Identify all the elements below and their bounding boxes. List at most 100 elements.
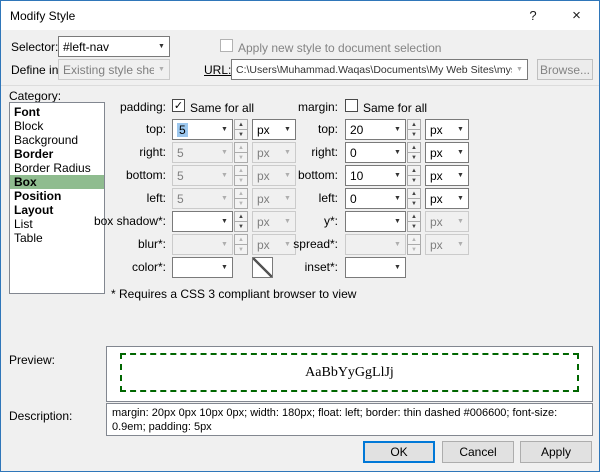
spinner-up-icon[interactable]: ▲ (408, 120, 420, 130)
titlebar[interactable]: Modify Style ? × (1, 1, 599, 30)
margin-right-unit-combobox[interactable]: px ▼ (425, 142, 469, 163)
chevron-down-icon[interactable]: ▼ (390, 258, 405, 277)
ok-button[interactable]: OK (363, 441, 435, 463)
chevron-down-icon[interactable]: ▼ (453, 120, 468, 139)
chevron-down-icon[interactable]: ▼ (217, 212, 232, 231)
chevron-down-icon[interactable]: ▼ (512, 60, 527, 79)
spinner-down-icon[interactable]: ▼ (408, 153, 420, 162)
margin-right-input[interactable]: 0 ▼ (345, 142, 406, 163)
spinner-up-icon[interactable]: ▲ (235, 235, 247, 245)
spinner-down-icon[interactable]: ▼ (408, 245, 420, 254)
box-shadow-spread-input[interactable]: ▼ (345, 234, 406, 255)
spinner-down-icon[interactable]: ▼ (235, 222, 247, 231)
chevron-down-icon[interactable]: ▼ (390, 235, 405, 254)
spinner-down-icon[interactable]: ▼ (235, 176, 247, 185)
margin-left-unit-combobox[interactable]: px ▼ (425, 188, 469, 209)
browse-button[interactable]: Browse... (537, 59, 593, 80)
spinner-down-icon[interactable]: ▼ (408, 222, 420, 231)
apply-button[interactable]: Apply (520, 441, 592, 463)
define-in-combobox[interactable]: Existing style sheet ▼ (58, 59, 170, 80)
spinner-up-icon[interactable]: ▲ (408, 166, 420, 176)
chevron-down-icon[interactable]: ▼ (390, 212, 405, 231)
spinner-up-icon[interactable]: ▲ (235, 143, 247, 153)
chevron-down-icon[interactable]: ▼ (217, 166, 232, 185)
chevron-down-icon[interactable]: ▼ (453, 166, 468, 185)
padding-same-for-all-label: Same for all (190, 101, 255, 115)
chevron-down-icon[interactable]: ▼ (390, 143, 405, 162)
margin-left-label: left: (318, 191, 338, 205)
check-icon: ✓ (173, 100, 184, 112)
help-button[interactable]: ? (512, 1, 554, 30)
spinner-up-icon[interactable]: ▲ (408, 212, 420, 222)
chevron-down-icon[interactable]: ▼ (217, 189, 232, 208)
box-shadow-y-unit-combobox[interactable]: px ▼ (425, 211, 469, 232)
padding-top-input[interactable]: 5 ▼ (172, 119, 233, 140)
margin-top-unit-combobox[interactable]: px ▼ (425, 119, 469, 140)
box-shadow-spread-spinner[interactable]: ▲ ▼ (407, 234, 421, 255)
chevron-down-icon[interactable]: ▼ (390, 189, 405, 208)
window-title: Modify Style (10, 8, 76, 23)
chevron-down-icon[interactable]: ▼ (390, 166, 405, 185)
box-shadow-x-input[interactable]: ▼ (172, 211, 233, 232)
selector-combobox[interactable]: #left-nav ▼ (58, 36, 170, 57)
chevron-down-icon[interactable]: ▼ (217, 120, 232, 139)
spinner-up-icon[interactable]: ▲ (408, 235, 420, 245)
margin-left-spinner[interactable]: ▲ ▼ (407, 188, 421, 209)
padding-bottom-spinner[interactable]: ▲ ▼ (234, 165, 248, 186)
box-shadow-x-spinner[interactable]: ▲ ▼ (234, 211, 248, 232)
spinner-up-icon[interactable]: ▲ (235, 189, 247, 199)
spinner-up-icon[interactable]: ▲ (235, 120, 247, 130)
chevron-down-icon[interactable]: ▼ (453, 189, 468, 208)
padding-left-input[interactable]: 5 ▼ (172, 188, 233, 209)
box-shadow-inset-input[interactable]: ▼ (345, 257, 406, 278)
padding-top-spinner[interactable]: ▲ ▼ (234, 119, 248, 140)
padding-right-input[interactable]: 5 ▼ (172, 142, 233, 163)
spinner-down-icon[interactable]: ▼ (235, 130, 247, 139)
box-shadow-color-input[interactable]: ▼ (172, 257, 233, 278)
define-in-value: Existing style sheet (63, 62, 154, 77)
margin-right-spinner[interactable]: ▲ ▼ (407, 142, 421, 163)
box-shadow-blur-spinner[interactable]: ▲ ▼ (234, 234, 248, 255)
color-picker-button[interactable] (252, 257, 273, 278)
chevron-down-icon[interactable]: ▼ (390, 120, 405, 139)
spinner-down-icon[interactable]: ▼ (408, 130, 420, 139)
chevron-down-icon[interactable]: ▼ (154, 37, 169, 56)
margin-same-for-all-checkbox[interactable] (345, 99, 358, 112)
chevron-down-icon[interactable]: ▼ (217, 258, 232, 277)
spinner-down-icon[interactable]: ▼ (235, 245, 247, 254)
padding-left-spinner[interactable]: ▲ ▼ (234, 188, 248, 209)
spinner-down-icon[interactable]: ▼ (235, 199, 247, 208)
chevron-down-icon[interactable]: ▼ (154, 60, 169, 79)
margin-left-input[interactable]: 0 ▼ (345, 188, 406, 209)
box-shadow-spread-unit-combobox[interactable]: px ▼ (425, 234, 469, 255)
chevron-down-icon[interactable]: ▼ (453, 235, 468, 254)
chevron-down-icon[interactable]: ▼ (217, 143, 232, 162)
url-combobox[interactable]: C:\Users\Muhammad.Waqas\Documents\My Web… (231, 59, 528, 80)
spinner-up-icon[interactable]: ▲ (408, 143, 420, 153)
margin-bottom-unit: px (430, 168, 443, 183)
margin-bottom-unit-combobox[interactable]: px ▼ (425, 165, 469, 186)
margin-bottom-input[interactable]: 10 ▼ (345, 165, 406, 186)
chevron-down-icon[interactable]: ▼ (453, 212, 468, 231)
close-button[interactable]: × (554, 1, 599, 30)
spinner-up-icon[interactable]: ▲ (235, 212, 247, 222)
spinner-down-icon[interactable]: ▼ (235, 153, 247, 162)
margin-bottom-spinner[interactable]: ▲ ▼ (407, 165, 421, 186)
margin-top-spinner[interactable]: ▲ ▼ (407, 119, 421, 140)
box-shadow-y-spinner[interactable]: ▲ ▼ (407, 211, 421, 232)
spinner-down-icon[interactable]: ▼ (408, 199, 420, 208)
box-shadow-y-input[interactable]: ▼ (345, 211, 406, 232)
margin-top-input[interactable]: 20 ▼ (345, 119, 406, 140)
margin-right-label: right: (311, 145, 338, 159)
spinner-down-icon[interactable]: ▼ (408, 176, 420, 185)
padding-bottom-input[interactable]: 5 ▼ (172, 165, 233, 186)
spinner-up-icon[interactable]: ▲ (235, 166, 247, 176)
box-shadow-blur-input[interactable]: ▼ (172, 234, 233, 255)
padding-same-for-all-checkbox[interactable]: ✓ (172, 99, 185, 112)
apply-to-selection-checkbox[interactable] (220, 39, 233, 52)
chevron-down-icon[interactable]: ▼ (453, 143, 468, 162)
padding-right-spinner[interactable]: ▲ ▼ (234, 142, 248, 163)
spinner-up-icon[interactable]: ▲ (408, 189, 420, 199)
chevron-down-icon[interactable]: ▼ (217, 235, 232, 254)
cancel-button[interactable]: Cancel (442, 441, 514, 463)
